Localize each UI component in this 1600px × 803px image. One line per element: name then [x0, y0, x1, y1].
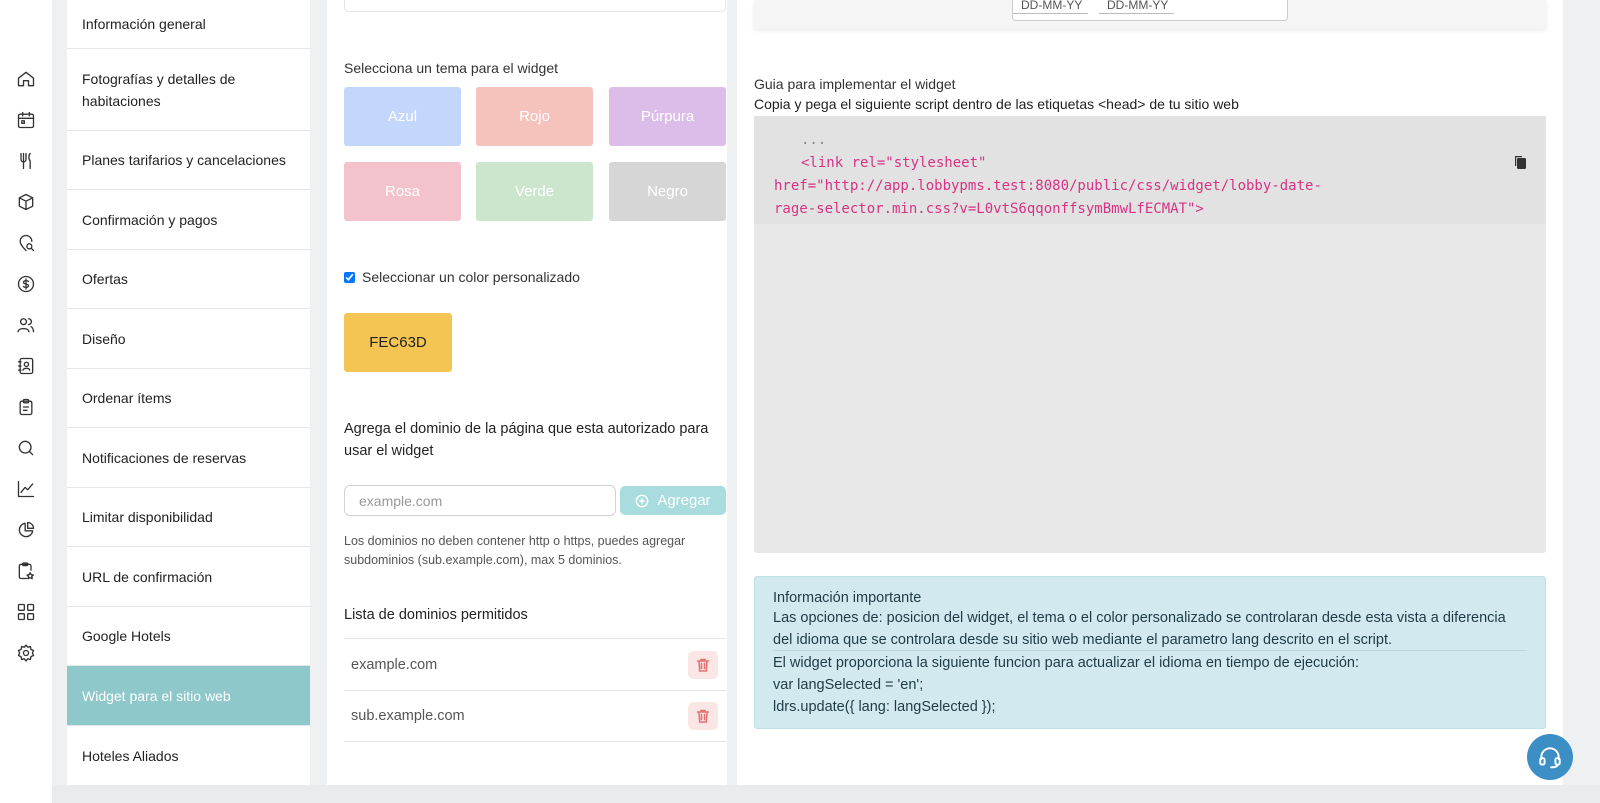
nav-item-ofertas[interactable]: Ofertas [67, 250, 310, 309]
nav-item-fotografias[interactable]: Fotografías y detalles de habitaciones [67, 49, 310, 131]
nav-item-label: Diseño [82, 330, 126, 347]
nav-item-url-confirmacion[interactable]: URL de confirmación [67, 547, 310, 607]
nav-item-label: Información general [82, 16, 206, 32]
info-code-line: ldrs.update({ lang: langSelected }); [773, 699, 996, 715]
theme-label: Rosa [384, 183, 421, 200]
theme-purpura-button[interactable]: Púrpura [609, 87, 726, 146]
domain-list-title: Lista de dominios permitidos [344, 607, 528, 623]
info-paragraph: El widget proporciona la siguiente funci… [773, 655, 1359, 671]
info-paragraph: Las opciones de: posicion del widget, el… [773, 610, 1506, 648]
theme-verde-button[interactable]: Verde [476, 162, 593, 221]
nav-item-ordenar-items[interactable]: Ordenar ítems [67, 369, 310, 428]
nav-item-label: Ordenar ítems [82, 390, 172, 406]
custom-color-label: Seleccionar un color personalizado [362, 269, 580, 285]
nav-item-label: Limitar disponibilidad [82, 509, 213, 525]
nav-item-google-hotels[interactable]: Google Hotels [67, 607, 310, 666]
nav-item-label: URL de confirmación [82, 568, 213, 585]
trash-icon [696, 709, 710, 723]
theme-label: Azul [387, 108, 418, 125]
location-search-icon[interactable] [15, 232, 37, 254]
pie-chart-icon[interactable] [15, 519, 37, 541]
box-icon[interactable] [15, 191, 37, 213]
nav-item-label: Confirmación y pagos [82, 211, 218, 228]
settings-nav: Información general Fotografías y detall… [67, 0, 310, 785]
theme-section-title: Selecciona un tema para el widget [344, 60, 559, 76]
theme-negro-button[interactable]: Negro [609, 162, 726, 221]
gear-icon[interactable] [15, 642, 37, 664]
nav-item-hoteles-aliados[interactable]: Hoteles Aliados [67, 726, 310, 785]
custom-color-value: FEC63D [369, 334, 427, 351]
nav-item-label: Google Hotels [82, 628, 171, 644]
theme-azul-button[interactable]: Azul [344, 87, 461, 146]
icon-rail [0, 0, 52, 803]
add-domain-label: Agregar [657, 492, 711, 509]
theme-label: Rojo [519, 108, 550, 125]
dollar-icon[interactable] [15, 273, 37, 295]
nav-item-limitar-disponibilidad[interactable]: Limitar disponibilidad [67, 488, 310, 547]
guide-instruction: Copia y pega el siguiente script dentro … [754, 96, 1239, 112]
headset-icon [1539, 747, 1561, 769]
custom-color-checkbox[interactable] [344, 271, 355, 283]
support-chat-button[interactable] [1527, 734, 1573, 780]
nav-item-label: Hoteles Aliados [82, 747, 179, 764]
code-line: rage-selector.min.css?v=L0vtS6qqonffsymB… [774, 201, 1204, 217]
guide-title: Guia para implementar el widget [754, 76, 956, 92]
trash-icon [696, 658, 710, 672]
position-select[interactable] [344, 0, 726, 12]
code-line: <link rel="stylesheet" [801, 155, 987, 171]
nav-item-label: Planes tarifarios y cancelaciones [82, 152, 286, 168]
nav-item-label: Ofertas [82, 271, 128, 287]
nav-item-diseno[interactable]: Diseño [67, 309, 310, 369]
theme-label: Verde [514, 183, 555, 200]
info-divider [773, 650, 1527, 651]
contacts-icon[interactable] [15, 355, 37, 377]
nav-item-label: Notificaciones de reservas [82, 449, 247, 466]
theme-rosa-button[interactable]: Rosa [344, 162, 461, 221]
domain-section-title: Agrega el dominio de la página que esta … [344, 421, 709, 459]
domain-hint: Los dominios no deben contener http o ht… [344, 534, 686, 567]
theme-rojo-button[interactable]: Rojo [476, 87, 593, 146]
theme-label: Púrpura [640, 108, 695, 125]
nav-item-widget-sitio-web[interactable]: Widget para el sitio web [67, 666, 310, 726]
clipboard-star-icon[interactable] [15, 560, 37, 582]
domain-row: sub.example.com [344, 690, 726, 742]
domain-input[interactable] [344, 485, 616, 516]
search-icon[interactable] [15, 437, 37, 459]
nav-item-notificaciones[interactable]: Notificaciones de reservas [67, 428, 310, 488]
start-date-field[interactable]: DD-MM-YY [1013, 0, 1088, 14]
custom-color-swatch[interactable]: FEC63D [344, 313, 452, 372]
delete-domain-button[interactable] [688, 650, 718, 679]
info-code-line: var langSelected = 'en'; [773, 677, 924, 693]
grid-icon[interactable] [15, 601, 37, 623]
domain-name: sub.example.com [351, 708, 465, 724]
plus-circle-icon [635, 494, 649, 507]
nav-item-label: Widget para el sitio web [82, 687, 231, 704]
code-line: href="http://app.lobbypms.test:8080/publ… [774, 178, 1322, 194]
theme-label: Negro [647, 183, 688, 200]
delete-domain-button[interactable] [688, 702, 718, 730]
clipboard-icon[interactable] [15, 396, 37, 418]
utensils-icon[interactable] [15, 150, 37, 172]
nav-item-informacion-general[interactable]: Información general [67, 0, 310, 49]
calendar-icon[interactable] [15, 109, 37, 131]
users-icon[interactable] [15, 314, 37, 336]
copy-icon[interactable] [1512, 154, 1528, 175]
domain-row: example.com [344, 638, 726, 690]
home-icon[interactable] [15, 68, 37, 90]
chart-line-icon[interactable] [15, 478, 37, 500]
code-line: ... [801, 132, 827, 148]
nav-item-planes-tarifarios[interactable]: Planes tarifarios y cancelaciones [67, 131, 310, 190]
info-title: Información importante [773, 590, 922, 606]
nav-item-label: Fotografías y detalles de habitaciones [82, 70, 236, 109]
info-alert: Información importante Las opciones de: … [754, 576, 1546, 729]
nav-item-confirmacion-pagos[interactable]: Confirmación y pagos [67, 190, 310, 250]
add-domain-button[interactable]: Agregar [620, 486, 726, 515]
domain-name: example.com [351, 656, 438, 673]
date-range-preview: DD-MM-YY DD-MM-YY [1012, 0, 1288, 21]
page-footer [52, 785, 1600, 803]
custom-color-option[interactable]: Seleccionar un color personalizado [344, 269, 580, 285]
end-date-field[interactable]: DD-MM-YY [1099, 0, 1174, 14]
